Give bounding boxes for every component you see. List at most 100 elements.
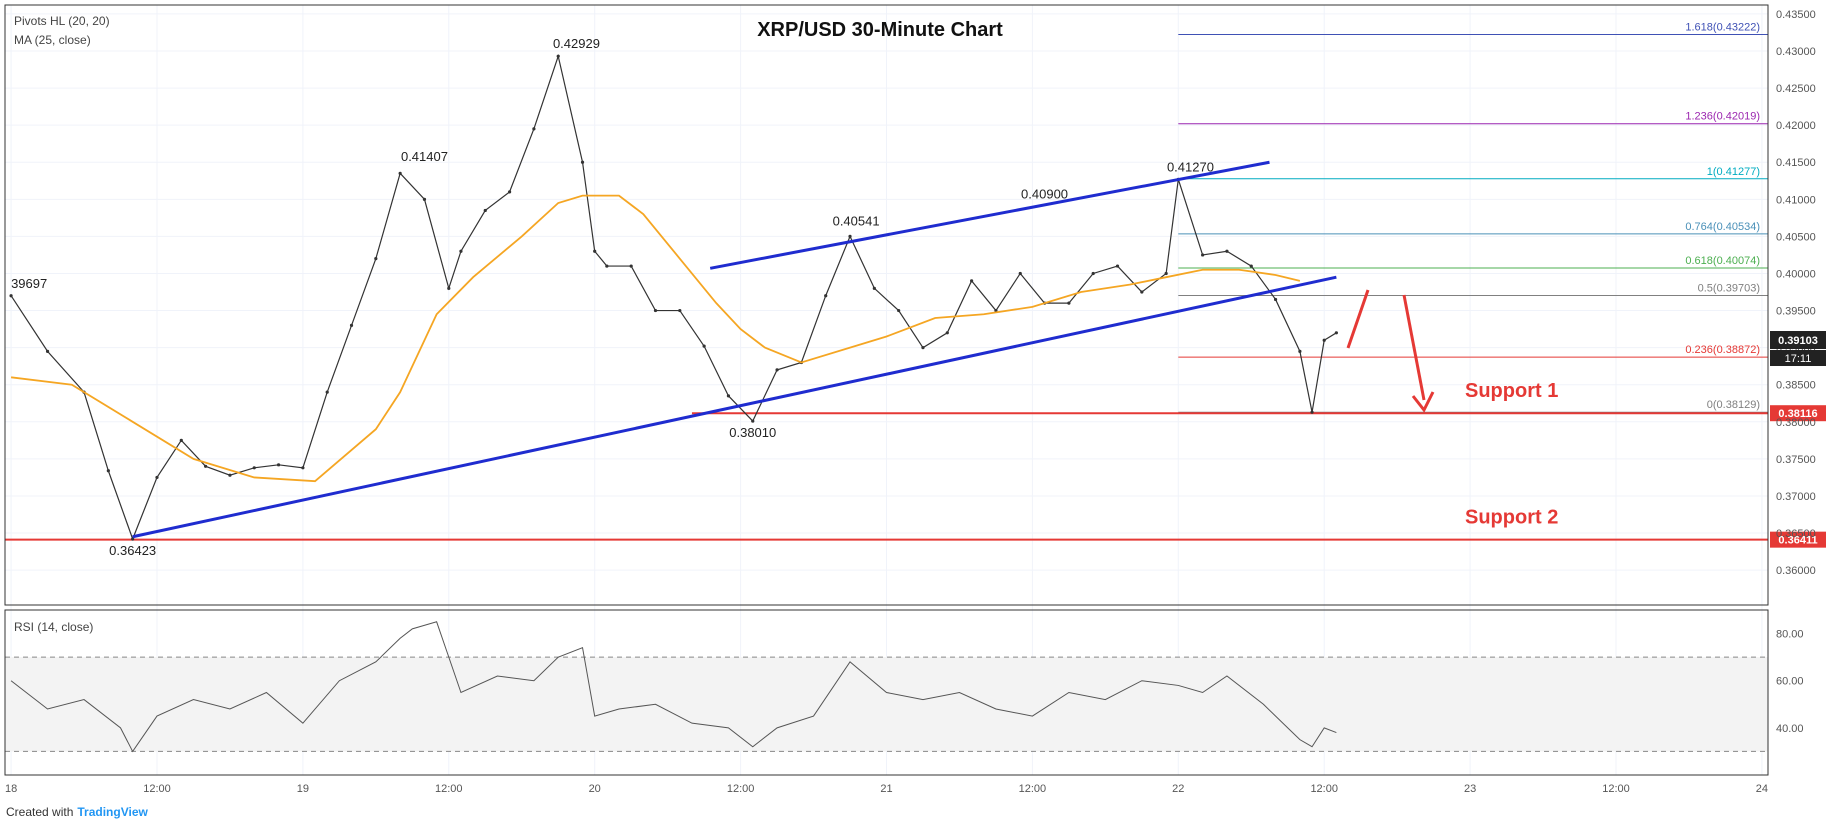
price-point [945, 331, 949, 335]
pivot-label: 0.40900 [1021, 187, 1068, 202]
y-tick-label: 0.42000 [1776, 120, 1816, 132]
price-point [1091, 271, 1095, 276]
price-point [447, 286, 451, 290]
fib-level-label: 0.5(0.39703) [1698, 283, 1760, 295]
chart: 1.618(0.43222) 1.236(0.42019) 1(0.41277) 0.… [4, 4, 1826, 795]
price-point [532, 127, 536, 131]
footer: Created with TradingView [6, 805, 148, 819]
tradingview-logo[interactable]: TradingView [77, 805, 147, 819]
price-point [629, 264, 633, 268]
price-point [775, 368, 779, 372]
price-point [301, 466, 305, 470]
price-point [751, 419, 755, 423]
price-point [106, 469, 110, 473]
price-point [507, 190, 512, 194]
fib-level-label: 0(0.38129) [1707, 399, 1760, 411]
pivot-label: 39697 [11, 276, 47, 291]
y-tick-label: 0.43500 [1776, 9, 1816, 21]
y-tick-label: 0.37500 [1776, 454, 1816, 466]
price-point [824, 294, 828, 298]
pivot-label: 0.41407 [401, 149, 448, 164]
y-tick-label: 0.38000 [1776, 417, 1816, 429]
price-point [897, 308, 901, 313]
price-point [1334, 331, 1338, 335]
support-label: Support 1 [1465, 380, 1558, 402]
price-point [872, 286, 876, 290]
support-label: Support 2 [1465, 507, 1558, 529]
x-tick-label: 12:00 [143, 783, 171, 795]
x-tick-label: 23 [1464, 783, 1476, 795]
y-tick-label: 0.39500 [1776, 306, 1816, 318]
fib-level-label: 1(0.41277) [1707, 166, 1760, 178]
x-tick-label: 18 [5, 783, 17, 795]
x-tick-label: 20 [589, 783, 601, 795]
indicator-label-ma: MA (25, close) [14, 33, 91, 47]
price-point [1018, 271, 1022, 276]
price-point [921, 346, 925, 350]
price-point [349, 323, 354, 327]
y-tick-label: 0.41500 [1776, 157, 1816, 169]
price-point [204, 464, 208, 468]
y-tick-label: 0.43000 [1776, 46, 1816, 58]
price-point [702, 344, 706, 348]
price-point [1298, 349, 1302, 353]
y-tick-label: 0.42500 [1776, 83, 1816, 95]
pivot-label: 0.40541 [833, 213, 880, 228]
y-tick-label: 0.38500 [1776, 380, 1816, 392]
x-tick-label: 12:00 [435, 783, 463, 795]
y-tick-label: 0.41000 [1776, 194, 1816, 206]
price-point [1164, 271, 1168, 276]
fib-level-label: 1.236(0.42019) [1685, 111, 1760, 123]
price-point [1115, 264, 1120, 268]
x-tick-label: 22 [1172, 783, 1184, 795]
price-point [1249, 264, 1253, 268]
price-point [1273, 297, 1278, 302]
price-point [422, 197, 427, 201]
footer-created-with: Created with [6, 805, 74, 819]
pivot-label: 0.38010 [729, 425, 776, 440]
x-tick-label: 12:00 [1310, 783, 1338, 795]
indicator-label-rsi: RSI (14, close) [14, 620, 93, 634]
price-point [970, 279, 974, 283]
price-point [580, 160, 585, 164]
price-point [726, 394, 731, 398]
x-tick-label: 19 [297, 783, 309, 795]
price-point [593, 249, 597, 253]
y-tick-label: 0.40500 [1776, 231, 1816, 243]
countdown-tag: 17:11 [1785, 353, 1812, 365]
price-point [1225, 249, 1229, 253]
fib-level-label: 1.618(0.43222) [1685, 22, 1760, 34]
price-point [1201, 253, 1205, 257]
price-point [483, 208, 487, 213]
pivot-label: 0.36423 [109, 543, 156, 558]
tradingview-logo-text: TradingView [77, 805, 148, 819]
price-point [1067, 301, 1071, 305]
rsi-y-tick-label: 80.00 [1776, 629, 1804, 641]
price-point [398, 171, 402, 175]
fib-level-label: 0.236(0.38872) [1685, 344, 1760, 356]
y-tick-label: 0.40000 [1776, 268, 1816, 280]
price-point [155, 475, 159, 480]
rsi-y-tick-label: 40.00 [1776, 723, 1804, 735]
y-tick-label: 0.36500 [1776, 528, 1816, 540]
price-point [678, 308, 682, 313]
price-point [1310, 410, 1314, 414]
price-point [45, 349, 50, 353]
pivot-label: 0.42929 [553, 36, 600, 51]
price-point [556, 54, 560, 58]
x-tick-label: 12:00 [1019, 783, 1047, 795]
price-point [374, 257, 378, 261]
rsi-band-fill [5, 657, 1768, 752]
price-point [9, 294, 13, 298]
price-point [605, 264, 609, 268]
price-point [252, 466, 256, 470]
price-point [276, 463, 281, 467]
price-point [325, 390, 329, 394]
price-point [653, 308, 658, 313]
price-point [1322, 338, 1326, 342]
x-tick-label: 12:00 [727, 783, 755, 795]
price-point [228, 473, 232, 477]
price-point [179, 438, 183, 442]
fib-level-label: 0.618(0.40074) [1685, 255, 1760, 267]
pivot-label: 0.41270 [1167, 159, 1214, 174]
